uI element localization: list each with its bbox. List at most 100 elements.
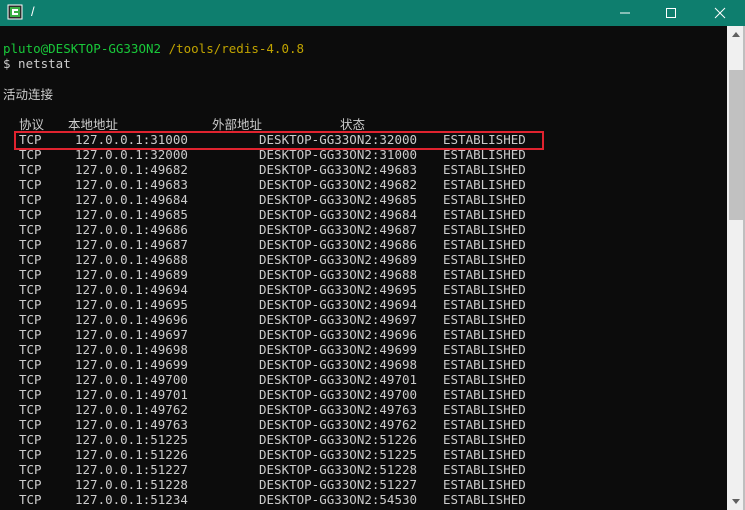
cell-foreign-address: DESKTOP-GG33ON2:49696: [259, 327, 418, 342]
cell-local-address: 127.0.0.1:51234: [75, 492, 188, 507]
cell-foreign-address: DESKTOP-GG33ON2:49699: [259, 342, 418, 357]
cell-state: ESTABLISHED: [443, 312, 526, 327]
cell-proto: TCP: [19, 342, 42, 357]
minimize-icon: [620, 12, 630, 14]
cell-foreign-address: DESKTOP-GG33ON2:49694: [259, 297, 418, 312]
cell-foreign-address: DESKTOP-GG33ON2:49700: [259, 387, 418, 402]
cell-local-address: 127.0.0.1:51228: [75, 477, 188, 492]
command-line: $ netstat: [3, 56, 71, 71]
cell-local-address: 127.0.0.1:51226: [75, 447, 188, 462]
cell-local-address: 127.0.0.1:51227: [75, 462, 188, 477]
cell-state: ESTABLISHED: [443, 462, 526, 477]
terminal-app-icon: [7, 4, 23, 20]
prompt-line: pluto@DESKTOP-GG33ON2 /tools/redis-4.0.8: [3, 41, 304, 56]
cell-state: ESTABLISHED: [443, 342, 526, 357]
scroll-up-arrow-icon[interactable]: [731, 30, 741, 40]
cell-local-address: 127.0.0.1:51225: [75, 432, 188, 447]
cell-local-address: 127.0.0.1:49763: [75, 417, 188, 432]
cell-state: ESTABLISHED: [443, 477, 526, 492]
cell-proto: TCP: [19, 357, 42, 372]
highlight-box: [14, 131, 544, 150]
scroll-down-arrow-icon[interactable]: [731, 496, 741, 506]
cell-proto: TCP: [19, 162, 42, 177]
cell-local-address: 127.0.0.1:49684: [75, 192, 188, 207]
cell-proto: TCP: [19, 477, 42, 492]
cell-proto: TCP: [19, 432, 42, 447]
cell-state: ESTABLISHED: [443, 297, 526, 312]
cell-foreign-address: DESKTOP-GG33ON2:49682: [259, 177, 418, 192]
cell-state: ESTABLISHED: [443, 192, 526, 207]
title-bar: /: [0, 0, 745, 26]
cell-proto: TCP: [19, 327, 42, 342]
cell-state: ESTABLISHED: [443, 417, 526, 432]
cell-proto: TCP: [19, 222, 42, 237]
cell-state: ESTABLISHED: [443, 162, 526, 177]
section-title: 活动连接: [3, 87, 54, 102]
cell-proto: TCP: [19, 402, 42, 417]
cell-proto: TCP: [19, 417, 42, 432]
cell-state: ESTABLISHED: [443, 402, 526, 417]
cell-foreign-address: DESKTOP-GG33ON2:49683: [259, 162, 418, 177]
minimize-button[interactable]: [602, 0, 648, 26]
cell-foreign-address: DESKTOP-GG33ON2:51226: [259, 432, 418, 447]
cell-foreign-address: DESKTOP-GG33ON2:49688: [259, 267, 418, 282]
terminal-output[interactable]: pluto@DESKTOP-GG33ON2 /tools/redis-4.0.8…: [0, 26, 727, 510]
cell-proto: TCP: [19, 282, 42, 297]
cell-local-address: 127.0.0.1:49701: [75, 387, 188, 402]
cell-proto: TCP: [19, 207, 42, 222]
cell-local-address: 127.0.0.1:49696: [75, 312, 188, 327]
cell-local-address: 127.0.0.1:49683: [75, 177, 188, 192]
cell-local-address: 127.0.0.1:49687: [75, 237, 188, 252]
cell-foreign-address: DESKTOP-GG33ON2:49763: [259, 402, 418, 417]
cell-foreign-address: DESKTOP-GG33ON2:49697: [259, 312, 418, 327]
cell-state: ESTABLISHED: [443, 282, 526, 297]
cell-state: ESTABLISHED: [443, 492, 526, 507]
cell-local-address: 127.0.0.1:49700: [75, 372, 188, 387]
cell-proto: TCP: [19, 462, 42, 477]
table-header: 协议 本地地址 外部地址 状态: [0, 117, 365, 132]
cell-foreign-address: DESKTOP-GG33ON2:49684: [259, 207, 418, 222]
cell-local-address: 127.0.0.1:49698: [75, 342, 188, 357]
cell-state: ESTABLISHED: [443, 387, 526, 402]
close-button[interactable]: [697, 0, 743, 26]
cell-local-address: 127.0.0.1:49688: [75, 252, 188, 267]
cell-local-address: 127.0.0.1:49689: [75, 267, 188, 282]
cell-proto: TCP: [19, 252, 42, 267]
close-icon: [714, 7, 726, 19]
header-foreign: 外部地址: [212, 117, 263, 132]
cell-state: ESTABLISHED: [443, 177, 526, 192]
cell-local-address: 127.0.0.1:49695: [75, 297, 188, 312]
cell-local-address: 127.0.0.1:49685: [75, 207, 188, 222]
cell-state: ESTABLISHED: [443, 207, 526, 222]
cell-foreign-address: DESKTOP-GG33ON2:51227: [259, 477, 418, 492]
cell-proto: TCP: [19, 387, 42, 402]
window-title: /: [31, 4, 35, 19]
cell-proto: TCP: [19, 267, 42, 282]
cell-foreign-address: DESKTOP-GG33ON2:49686: [259, 237, 418, 252]
cell-proto: TCP: [19, 492, 42, 507]
cell-state: ESTABLISHED: [443, 222, 526, 237]
cell-foreign-address: DESKTOP-GG33ON2:49687: [259, 222, 418, 237]
cell-proto: TCP: [19, 447, 42, 462]
header-proto: 协议: [19, 117, 45, 132]
cell-local-address: 127.0.0.1:49762: [75, 402, 188, 417]
cell-foreign-address: DESKTOP-GG33ON2:49685: [259, 192, 418, 207]
cell-proto: TCP: [19, 237, 42, 252]
cell-foreign-address: DESKTOP-GG33ON2:54530: [259, 492, 418, 507]
cell-state: ESTABLISHED: [443, 252, 526, 267]
cell-state: ESTABLISHED: [443, 372, 526, 387]
cell-local-address: 127.0.0.1:49686: [75, 222, 188, 237]
prompt-user-host: pluto@DESKTOP-GG33ON2: [3, 41, 162, 56]
cell-state: ESTABLISHED: [443, 237, 526, 252]
cell-state: ESTABLISHED: [443, 447, 526, 462]
cell-foreign-address: DESKTOP-GG33ON2:49701: [259, 372, 418, 387]
maximize-button[interactable]: [648, 0, 694, 26]
cell-state: ESTABLISHED: [443, 432, 526, 447]
cell-foreign-address: DESKTOP-GG33ON2:51225: [259, 447, 418, 462]
header-state: 状态: [340, 117, 366, 132]
cell-foreign-address: DESKTOP-GG33ON2:49689: [259, 252, 418, 267]
scrollbar-thumb[interactable]: [729, 70, 743, 220]
cell-foreign-address: DESKTOP-GG33ON2:49698: [259, 357, 418, 372]
maximize-icon: [666, 8, 676, 18]
prompt-path: /tools/redis-4.0.8: [168, 41, 305, 56]
